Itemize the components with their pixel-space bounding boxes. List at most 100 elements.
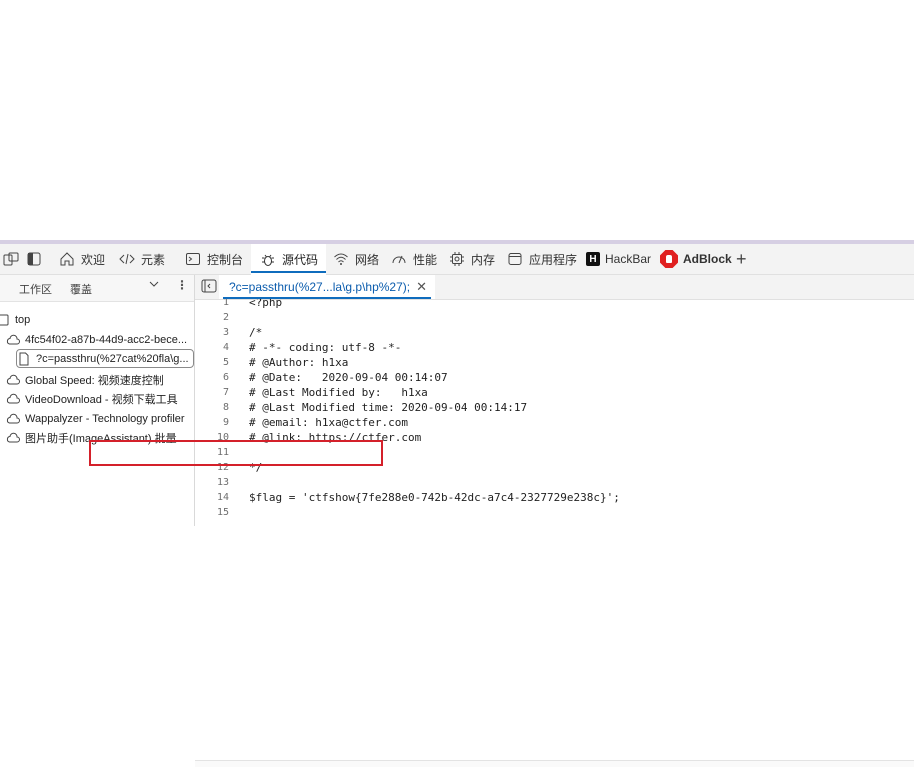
tab-label: 网络 bbox=[355, 252, 380, 267]
code-view[interactable]: 1 <?php 2 3 /* 4 # -*- coding: utf-8 -*- 5 #… bbox=[195, 299, 914, 526]
tree-item-origin[interactable]: 4fc54f02-a87b-44d9-acc2-bece... bbox=[6, 330, 187, 349]
editor-file-tab[interactable]: ?c=passthru(%27...la\g.p\hp%27); ✕ bbox=[219, 275, 436, 299]
code-line: 7 # @Last Modified by: h1xa bbox=[195, 385, 914, 400]
editor-file-tab-label: ?c=passthru(%27...la\g.p\hp%27); bbox=[229, 280, 411, 294]
line-number: 13 bbox=[216, 477, 229, 488]
devtools-panel: 欢迎 元素 控制台 源代码 网络 性能 内存 应用程序 H HackBar Ad… bbox=[0, 240, 914, 767]
tab-console[interactable]: 控制台 bbox=[184, 244, 243, 274]
gauge-icon bbox=[390, 250, 408, 268]
more-tabs-chevron-icon[interactable] bbox=[148, 278, 160, 293]
page-viewport bbox=[0, 0, 914, 240]
cloud-icon bbox=[6, 333, 20, 347]
tree-item-extension[interactable]: Wappalyzer - Technology profiler bbox=[6, 409, 185, 428]
tab-memory[interactable]: 内存 bbox=[448, 244, 495, 274]
tab-label: 性能 bbox=[413, 252, 438, 267]
code-line: 15 bbox=[195, 505, 914, 520]
code-text: # @Last Modified by: h1xa bbox=[249, 386, 428, 399]
tab-adblock[interactable]: AdBlock bbox=[660, 244, 732, 274]
code-line: 8 # @Last Modified time: 2020-09-04 00:14… bbox=[195, 400, 914, 415]
tab-label: AdBlock bbox=[683, 252, 732, 266]
code-line: 13 bbox=[195, 475, 914, 490]
code-text: # @Date: 2020-09-04 00:14:07 bbox=[249, 371, 448, 384]
code-line: 1 <?php bbox=[195, 299, 914, 310]
code-line: 2 bbox=[195, 310, 914, 325]
tree-item-label: top bbox=[15, 313, 31, 326]
wifi-icon bbox=[332, 250, 350, 268]
more-options-icon[interactable]: ⋮ bbox=[176, 278, 188, 292]
dock-side-button[interactable] bbox=[25, 244, 43, 274]
code-line: 3 /* bbox=[195, 325, 914, 340]
tab-overrides[interactable]: 覆盖 bbox=[70, 281, 92, 297]
line-number: 6 bbox=[222, 372, 229, 383]
frame-icon bbox=[0, 313, 10, 327]
home-icon bbox=[58, 250, 76, 268]
adblock-hand-icon bbox=[660, 250, 678, 268]
code-line: 14 $flag = 'ctfshow{7fe288e0-742b-42dc-a7… bbox=[195, 490, 914, 505]
code-text: $flag = 'ctfshow{7fe288e0-742b-42dc-a7c4… bbox=[249, 491, 620, 504]
sources-navigator: 工作区 覆盖 ⋮ top 4fc54f02-a87b-44d9-acc2-bec… bbox=[0, 275, 195, 526]
code-text: # -*- coding: utf-8 -*- bbox=[249, 341, 402, 354]
tab-performance[interactable]: 性能 bbox=[390, 244, 437, 274]
code-line: 5 # @Author: h1xa bbox=[195, 355, 914, 370]
editor-tabs: ?c=passthru(%27...la\g.p\hp%27); ✕ bbox=[195, 275, 914, 300]
tree-item-label: Global Speed: 视频速度控制 bbox=[25, 374, 164, 387]
line-number: 4 bbox=[222, 342, 229, 353]
tab-label: HackBar bbox=[605, 252, 652, 266]
tab-workspace[interactable]: 工作区 bbox=[19, 281, 52, 297]
console-icon bbox=[184, 250, 202, 268]
tree-item-label: 4fc54f02-a87b-44d9-acc2-bece... bbox=[25, 333, 188, 346]
navigator-tabs: 工作区 覆盖 ⋮ bbox=[0, 275, 194, 302]
line-number: 2 bbox=[222, 312, 229, 323]
tree-item-file-selected[interactable]: ?c=passthru(%27cat%20fla\g... bbox=[16, 349, 194, 368]
line-number: 15 bbox=[216, 507, 229, 518]
tab-label: 内存 bbox=[471, 252, 496, 267]
line-number: 3 bbox=[222, 327, 229, 338]
source-editor: ?c=passthru(%27...la\g.p\hp%27); ✕ 1 <?ph… bbox=[195, 275, 914, 526]
tab-application[interactable]: 应用程序 bbox=[506, 244, 577, 274]
code-text: # @email: h1xa@ctfer.com bbox=[249, 416, 408, 429]
tab-label: 应用程序 bbox=[529, 252, 578, 267]
tab-sources[interactable]: 源代码 bbox=[251, 244, 327, 275]
devtools-toolbar: 欢迎 元素 控制台 源代码 网络 性能 内存 应用程序 H HackBar Ad… bbox=[0, 244, 914, 275]
device-emulation-button[interactable] bbox=[2, 244, 20, 274]
dock-icon bbox=[25, 250, 43, 268]
line-number: 7 bbox=[222, 387, 229, 398]
code-text: # @Author: h1xa bbox=[249, 356, 349, 369]
tree-item-extension[interactable]: Global Speed: 视频速度控制 bbox=[6, 370, 164, 389]
code-text: /* bbox=[249, 326, 263, 339]
line-number: 5 bbox=[222, 357, 229, 368]
tab-hackbar[interactable]: H HackBar bbox=[586, 244, 651, 274]
flag-highlight-box bbox=[89, 440, 383, 466]
cloud-icon bbox=[6, 373, 20, 387]
application-icon bbox=[506, 250, 524, 268]
tree-item-top[interactable]: top bbox=[0, 310, 30, 329]
plus-icon: + bbox=[736, 248, 747, 269]
line-number: 1 bbox=[222, 299, 229, 308]
tab-label: 控制台 bbox=[207, 252, 244, 267]
file-icon bbox=[17, 352, 31, 366]
tab-label: 元素 bbox=[141, 252, 166, 267]
editor-status-bar bbox=[195, 760, 914, 767]
close-icon[interactable]: ✕ bbox=[416, 279, 427, 295]
add-tool-button[interactable]: + bbox=[736, 244, 747, 274]
tree-item-label: Wappalyzer - Technology profiler bbox=[25, 412, 185, 425]
tree-item-extension[interactable]: VideoDownload - 视频下载工具 bbox=[6, 389, 178, 408]
code-text: <?php bbox=[249, 299, 283, 309]
cloud-icon bbox=[6, 412, 20, 426]
line-number: 8 bbox=[222, 402, 229, 413]
code-text: # @Last Modified time: 2020-09-04 00:14:… bbox=[249, 401, 528, 414]
tab-welcome[interactable]: 欢迎 bbox=[58, 244, 105, 274]
tab-label: 欢迎 bbox=[81, 252, 106, 267]
bug-icon bbox=[259, 251, 277, 269]
tree-item-label: VideoDownload - 视频下载工具 bbox=[25, 393, 178, 406]
tree-item-label: ?c=passthru(%27cat%20fla\g... bbox=[36, 352, 189, 365]
line-number: 14 bbox=[216, 492, 229, 503]
tab-network[interactable]: 网络 bbox=[332, 244, 379, 274]
code-tags-icon bbox=[118, 250, 136, 268]
code-line: 4 # -*- coding: utf-8 -*- bbox=[195, 340, 914, 355]
device-icon bbox=[2, 250, 20, 268]
line-number: 9 bbox=[222, 417, 229, 428]
toggle-navigator-icon[interactable] bbox=[201, 279, 217, 293]
tab-elements[interactable]: 元素 bbox=[118, 244, 165, 274]
code-line: 6 # @Date: 2020-09-04 00:14:07 bbox=[195, 370, 914, 385]
